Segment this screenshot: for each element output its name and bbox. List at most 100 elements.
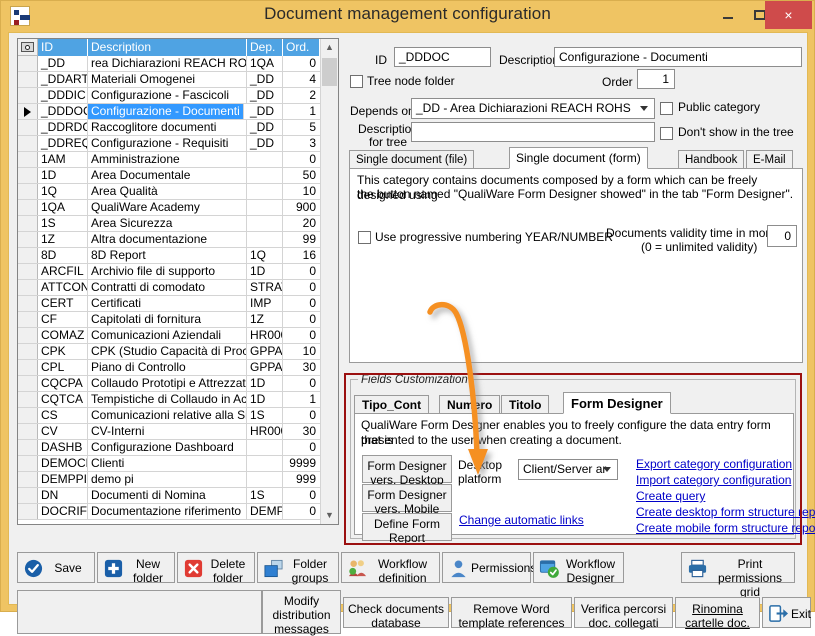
cell-id[interactable]: DEMPPI xyxy=(38,472,88,487)
cell-dep[interactable]: STRAT xyxy=(247,280,283,295)
cell-id[interactable]: _DDDOC xyxy=(38,104,88,119)
table-row[interactable]: _DDREQ Configurazione - Requisiti _DD 3 xyxy=(18,136,320,152)
row-selector[interactable] xyxy=(18,456,38,471)
cell-dep[interactable]: _DD xyxy=(247,72,283,87)
save-button[interactable]: Save xyxy=(17,552,95,583)
cell-description[interactable]: Configurazione - Requisiti xyxy=(88,136,247,151)
row-selector[interactable] xyxy=(18,72,38,87)
cell-description[interactable]: Configurazione - Fascicoli xyxy=(88,88,247,103)
table-row[interactable]: _DDART Materiali Omogenei _DD 4 xyxy=(18,72,320,88)
cell-ord[interactable]: 5 xyxy=(283,120,320,135)
delete-folder-button[interactable]: Delete folder xyxy=(177,552,255,585)
cell-id[interactable]: DASHB xyxy=(38,440,88,455)
table-row[interactable]: CF Capitolati di fornitura 1Z 0 xyxy=(18,312,320,328)
cell-description[interactable]: Capitolati di fornitura xyxy=(88,312,247,327)
cell-description[interactable]: Comunicazioni Aziendali xyxy=(88,328,247,343)
categories-grid[interactable]: ID Description Dep. Ord. _DD rea Dichiara… xyxy=(17,38,339,525)
cell-description[interactable]: Configurazione - Documenti xyxy=(88,104,244,119)
cell-description[interactable]: Area Sicurezza xyxy=(88,216,247,231)
row-selector[interactable] xyxy=(18,120,38,135)
cell-ord[interactable]: 50 xyxy=(283,168,320,183)
permissions-button[interactable]: Permissions xyxy=(442,552,536,583)
description-field[interactable]: Configurazione - Documenti xyxy=(554,47,802,67)
cell-dep[interactable]: 1QA xyxy=(247,56,283,71)
cell-dep[interactable]: 1S xyxy=(247,488,283,503)
cell-dep[interactable]: IMP xyxy=(247,296,283,311)
cell-description[interactable]: Tempistiche di Collaudo in Acce xyxy=(88,392,247,407)
row-selector[interactable] xyxy=(18,200,38,215)
cell-id[interactable]: CV xyxy=(38,424,88,439)
cell-description[interactable]: CV-Interni xyxy=(88,424,247,439)
cell-dep[interactable] xyxy=(247,216,283,231)
cell-id[interactable]: _DD xyxy=(38,56,88,71)
row-selector[interactable] xyxy=(18,104,38,119)
row-selector[interactable] xyxy=(18,216,38,231)
table-row[interactable]: CERT Certificati IMP 0 xyxy=(18,296,320,312)
table-row[interactable]: CS Comunicazioni relative alla Sicu 1S 0 xyxy=(18,408,320,424)
cell-description[interactable]: Clienti xyxy=(88,456,247,471)
table-row[interactable]: DOCRIFDocumentazione riferimentoDEMPI0 xyxy=(18,504,320,520)
cell-description[interactable]: 8D Report xyxy=(88,248,247,263)
cell-id[interactable]: CQCPA xyxy=(38,376,88,391)
progressive-numbering-checkbox[interactable] xyxy=(358,231,371,244)
grid-body[interactable]: _DD rea Dichiarazioni REACH ROHS 1QA 0 _DDAR… xyxy=(18,56,320,524)
validity-field[interactable]: 0 xyxy=(767,225,797,247)
cell-id[interactable]: _DDRDC xyxy=(38,120,88,135)
cell-dep[interactable] xyxy=(247,232,283,247)
cell-dep[interactable]: 1D xyxy=(247,264,283,279)
close-button[interactable]: × xyxy=(765,1,812,29)
row-selector[interactable] xyxy=(18,168,38,183)
row-selector[interactable] xyxy=(18,152,38,167)
row-selector[interactable] xyxy=(18,504,38,519)
cell-description[interactable]: rea Dichiarazioni REACH ROHS xyxy=(88,56,247,71)
cell-dep[interactable] xyxy=(247,456,283,471)
row-selector[interactable] xyxy=(18,488,38,503)
cell-id[interactable]: DOCRIF xyxy=(38,504,88,519)
cell-ord[interactable]: 0 xyxy=(283,152,320,167)
cell-dep[interactable] xyxy=(247,152,283,167)
row-selector[interactable] xyxy=(18,184,38,199)
grid-column-header-dep[interactable]: Dep. xyxy=(247,39,283,56)
cell-dep[interactable]: 1D xyxy=(247,392,283,407)
row-selector[interactable] xyxy=(18,312,38,327)
order-field[interactable]: 1 xyxy=(637,69,675,89)
cell-description[interactable]: Comunicazioni relative alla Sicu xyxy=(88,408,247,423)
fc-tab-form-designer[interactable]: Form Designer xyxy=(563,392,671,414)
cell-description[interactable]: Materiali Omogenei xyxy=(88,72,247,87)
grid-column-header-ord[interactable]: Ord. xyxy=(283,39,320,56)
cell-id[interactable]: _DDART xyxy=(38,72,88,87)
cell-dep[interactable]: _DD xyxy=(247,120,283,135)
cell-id[interactable]: _DDREQ xyxy=(38,136,88,151)
row-selector[interactable] xyxy=(18,248,38,263)
cell-dep[interactable]: 1D xyxy=(247,376,283,391)
cell-ord[interactable]: 900 xyxy=(283,200,320,215)
cell-description[interactable]: Area Documentale xyxy=(88,168,247,183)
grid-vertical-scrollbar[interactable]: ▲ ▼ xyxy=(320,39,338,524)
cell-ord[interactable]: 1 xyxy=(283,392,320,407)
cell-description[interactable]: Altra documentazione xyxy=(88,232,247,247)
row-selector[interactable] xyxy=(18,56,38,71)
cell-ord[interactable]: 4 xyxy=(283,72,320,87)
tab-e-mail[interactable]: E-Mail xyxy=(746,150,793,169)
cell-ord[interactable]: 10 xyxy=(283,344,320,359)
check-documents-database-button[interactable]: Check documents database xyxy=(343,597,449,630)
cell-id[interactable]: 8D xyxy=(38,248,88,263)
cell-dep[interactable] xyxy=(247,200,283,215)
cell-dep[interactable]: _DD xyxy=(247,88,283,103)
grid-column-header-description[interactable]: Description xyxy=(88,39,247,56)
cell-id[interactable]: 1QA xyxy=(38,200,88,215)
workflow-definition-button[interactable]: Workflow definition xyxy=(341,552,440,585)
cell-id[interactable]: COMAZ xyxy=(38,328,88,343)
workflow-designer-button[interactable]: Workflow Designer xyxy=(533,552,624,585)
cell-id[interactable]: 1AM xyxy=(38,152,88,167)
table-row[interactable]: CPLPiano di ControlloGPPAP30 xyxy=(18,360,320,376)
remove-word-template-references-button[interactable]: Remove Word template references xyxy=(451,597,572,630)
cell-ord[interactable]: 9999 xyxy=(283,456,320,471)
table-row[interactable]: ARCFIL Archivio file di supporto 1D 0 xyxy=(18,264,320,280)
cell-description[interactable]: Area Qualità xyxy=(88,184,247,199)
cell-dep[interactable] xyxy=(247,184,283,199)
cell-ord[interactable]: 20 xyxy=(283,216,320,231)
cell-ord[interactable]: 10 xyxy=(283,184,320,199)
cell-description[interactable]: Amministrazione xyxy=(88,152,247,167)
table-row[interactable]: 1QA QualiWare Academy 900 xyxy=(18,200,320,216)
